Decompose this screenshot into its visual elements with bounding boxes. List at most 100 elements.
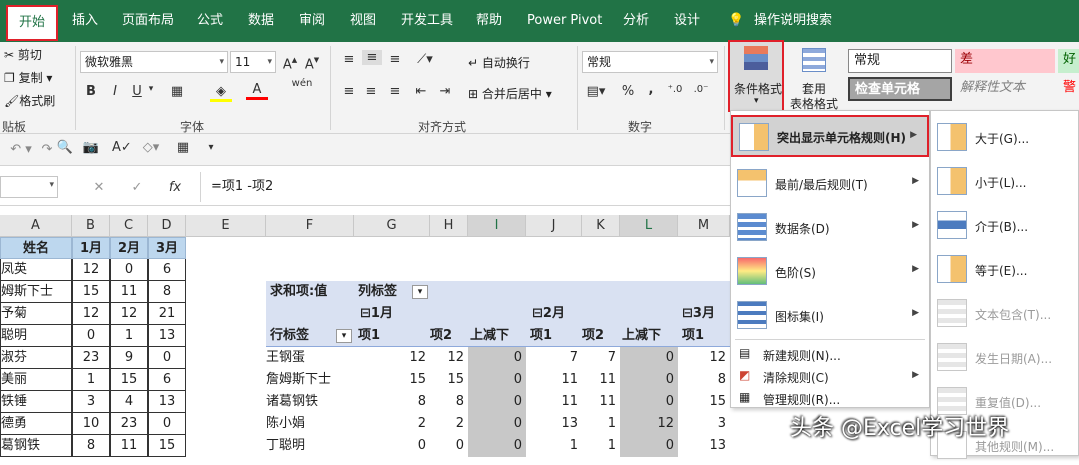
column-header[interactable]: M <box>678 215 730 237</box>
table-cell[interactable]: 21 <box>148 303 186 325</box>
font-name-combo[interactable]: 微软雅黑 ▾ <box>80 51 228 73</box>
cancel-icon[interactable]: ✕ <box>92 180 106 195</box>
phonetic-guide-button[interactable]: wén <box>288 78 316 89</box>
table-cell[interactable]: 1 <box>110 325 148 347</box>
format-painter-button[interactable]: 🖌格式刷 <box>4 92 55 109</box>
font-color-button[interactable]: A <box>246 82 268 100</box>
increase-indent-icon[interactable]: ⇥ <box>436 84 454 99</box>
column-header[interactable]: D <box>148 215 186 237</box>
column-header[interactable]: K <box>582 215 620 237</box>
pivot-sub-header[interactable]: 项1 <box>358 325 430 347</box>
style-good[interactable]: 好 <box>1058 49 1079 73</box>
decrease-indent-icon[interactable]: ⇤ <box>412 84 430 99</box>
pivot-value-cell[interactable]: 8 <box>430 391 468 413</box>
pivot-value-cell[interactable]: 15 <box>678 391 730 413</box>
tab-design[interactable]: 设计 <box>674 0 700 42</box>
tab-analyze[interactable]: 分析 <box>623 0 649 42</box>
print-preview-icon[interactable]: 🔍 <box>56 140 74 155</box>
border-icon[interactable]: ▦ <box>166 84 188 99</box>
chevron-down-icon[interactable]: ▾ <box>146 84 156 94</box>
clear-icon[interactable]: ◇▾ <box>140 140 162 155</box>
column-header[interactable]: J <box>526 215 582 237</box>
enter-icon[interactable]: ✓ <box>130 180 144 195</box>
pivot-column-label[interactable]: 列标签 <box>358 281 408 303</box>
table-cell[interactable]: 6 <box>148 369 186 391</box>
table-cell[interactable]: 0 <box>110 259 148 281</box>
pivot-row-name[interactable]: 詹姆斯下士 <box>266 369 354 391</box>
tab-formulas[interactable]: 公式 <box>197 0 223 42</box>
table-cell[interactable]: 12 <box>72 303 110 325</box>
table-cell[interactable]: 12 <box>110 303 148 325</box>
table-cell[interactable]: 12 <box>72 259 110 281</box>
name-box[interactable]: ▾ <box>0 176 58 198</box>
orientation-icon[interactable]: ⟋▾ <box>414 52 436 67</box>
menu-item-new-rule[interactable]: ▤ 新建规则(N)... <box>731 343 929 365</box>
pivot-value-cell[interactable]: 0 <box>620 347 678 369</box>
pivot-row-name[interactable]: 王钢蛋 <box>266 347 354 369</box>
number-format-combo[interactable]: 常规 ▾ <box>582 51 718 73</box>
submenu-item-equal-to[interactable]: 等于(E)... <box>931 249 1078 289</box>
undo-icon[interactable]: ↶ ▾ <box>6 142 36 157</box>
tab-data[interactable]: 数据 <box>248 0 274 42</box>
decrease-font-icon[interactable]: A▾ <box>302 53 322 72</box>
pivot-sub-header[interactable]: 项1 <box>530 325 582 347</box>
pivot-sum-label[interactable]: 求和项:值 <box>270 281 350 303</box>
column-header[interactable]: G <box>354 215 430 237</box>
table-header-cell[interactable]: 2月 <box>110 237 148 259</box>
italic-button[interactable]: I <box>108 84 122 99</box>
submenu-item-greater-than[interactable]: 大于(G)... <box>931 117 1078 157</box>
tab-insert[interactable]: 插入 <box>72 0 98 42</box>
table-cell[interactable]: 美丽 <box>0 369 72 391</box>
pivot-value-cell[interactable]: 0 <box>620 435 678 457</box>
copy-button[interactable]: ❐ 复制 ▾ <box>4 69 52 86</box>
tab-review[interactable]: 审阅 <box>299 0 325 42</box>
align-top-icon[interactable]: ≡ <box>340 52 358 67</box>
table-cell[interactable]: 铁锤 <box>0 391 72 413</box>
pivot-value-cell[interactable]: 12 <box>620 413 678 435</box>
table-cell[interactable]: 0 <box>72 325 110 347</box>
underline-button[interactable]: U <box>130 84 144 99</box>
pivot-month-header[interactable]: ⊟2月 <box>532 303 592 325</box>
table-cell[interactable]: 6 <box>148 259 186 281</box>
customize-toolbar-icon[interactable]: ▾ <box>204 142 218 153</box>
pivot-value-cell[interactable]: 7 <box>582 347 620 369</box>
pivot-value-cell[interactable]: 2 <box>430 413 468 435</box>
pivot-value-cell[interactable]: 1 <box>582 413 620 435</box>
table-cell[interactable]: 4 <box>110 391 148 413</box>
row-filter-dropdown[interactable]: ▾ <box>336 329 352 343</box>
column-header[interactable]: I <box>468 215 526 237</box>
insert-function-button[interactable]: fx <box>166 180 184 195</box>
pivot-value-cell[interactable]: 15 <box>430 369 468 391</box>
table-cell[interactable]: 淑芬 <box>0 347 72 369</box>
table-cell[interactable]: 0 <box>148 413 186 435</box>
menu-item-data-bars[interactable]: 数据条(D) ▶ <box>731 207 929 249</box>
tab-help[interactable]: 帮助 <box>476 0 502 42</box>
pivot-value-cell[interactable]: 7 <box>526 347 582 369</box>
tell-me-search[interactable]: 操作说明搜索 <box>754 0 832 42</box>
table-cell[interactable]: 聪明 <box>0 325 72 347</box>
redo-icon[interactable]: ↷ <box>40 142 54 157</box>
bold-button[interactable]: B <box>84 84 98 99</box>
camera-icon[interactable]: 📷 <box>82 140 100 155</box>
menu-item-highlight-rules[interactable]: 突出显示单元格规则(H) ▶ <box>731 115 929 157</box>
column-header[interactable]: C <box>110 215 148 237</box>
table-cell[interactable]: 23 <box>72 347 110 369</box>
pivot-value-cell[interactable]: 3 <box>678 413 730 435</box>
table-cell[interactable]: 0 <box>148 347 186 369</box>
style-bad[interactable]: 差 <box>955 49 1055 73</box>
pivot-value-cell[interactable]: 1 <box>526 435 582 457</box>
style-warning[interactable]: 警 <box>1058 77 1079 101</box>
align-left-icon[interactable]: ≡ <box>340 84 358 99</box>
pivot-value-cell[interactable]: 13 <box>526 413 582 435</box>
table-cell[interactable]: 予菊 <box>0 303 72 325</box>
table-cell[interactable]: 8 <box>148 281 186 303</box>
formula-input[interactable]: =项1 -项2 <box>200 172 730 202</box>
pivot-row-label[interactable]: 行标签 <box>270 325 340 347</box>
align-bottom-icon[interactable]: ≡ <box>386 52 404 67</box>
comma-style-button[interactable]: , <box>644 82 658 97</box>
pivot-value-cell[interactable]: 12 <box>354 347 430 369</box>
accounting-format-icon[interactable]: ▤▾ <box>584 84 608 99</box>
pivot-value-cell[interactable]: 11 <box>582 391 620 413</box>
pivot-value-cell[interactable]: 0 <box>620 369 678 391</box>
conditional-formatting-button[interactable]: 条件格式 ▾ <box>728 40 784 112</box>
